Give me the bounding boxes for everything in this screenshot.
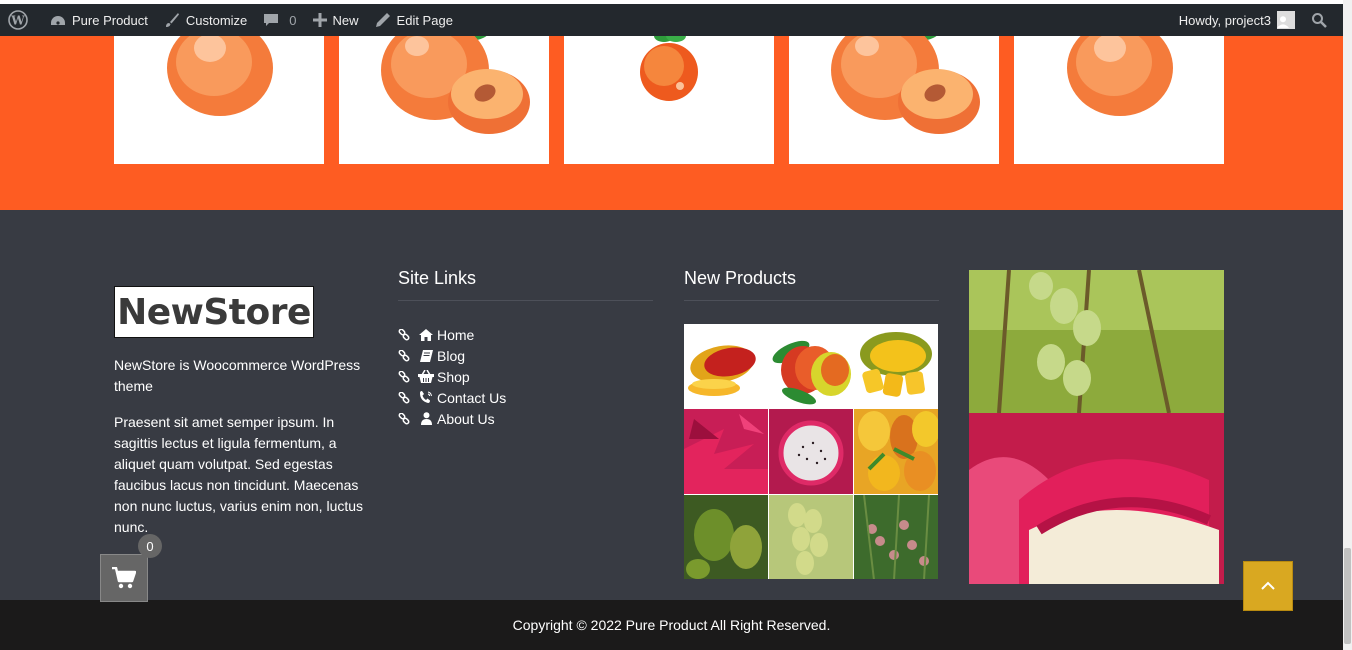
- new-products-title: New Products: [684, 268, 797, 288]
- scrollbar-thumb[interactable]: [1344, 548, 1351, 644]
- back-to-top-button[interactable]: [1243, 561, 1293, 611]
- new-content-link[interactable]: New: [305, 4, 367, 36]
- page-scrollbar[interactable]: [1343, 0, 1352, 650]
- site-link-about[interactable]: About Us: [398, 408, 506, 429]
- basket-icon: [418, 370, 434, 383]
- site-link-label: Shop: [437, 368, 470, 385]
- footer-logo[interactable]: NewStore: [114, 286, 314, 338]
- product-tile[interactable]: [1014, 36, 1224, 164]
- product-tile[interactable]: [339, 36, 549, 164]
- comment-icon: [264, 14, 279, 26]
- site-link-blog[interactable]: Blog: [398, 345, 506, 366]
- comments-count: 0: [289, 12, 297, 28]
- product-thumb-mango[interactable]: [684, 324, 768, 409]
- site-link-label: Contact Us: [437, 389, 507, 406]
- product-tile[interactable]: [564, 36, 774, 164]
- about-tagline: NewStore is Woocommerce WordPress theme: [114, 357, 361, 394]
- account-menu[interactable]: Howdy, project3: [1171, 4, 1303, 36]
- product-thumb-dragonfruit-cut[interactable]: [769, 409, 853, 494]
- cart-icon: [112, 567, 136, 589]
- product-thumb-jackfruit[interactable]: [854, 324, 938, 409]
- site-link-label: Home: [437, 326, 475, 343]
- site-footer: NewStore NewStore is Woocommerce WordPre…: [0, 210, 1343, 600]
- customize-link[interactable]: Customize: [156, 4, 255, 36]
- site-name-menu[interactable]: Pure Product: [42, 4, 156, 36]
- floating-cart-button[interactable]: [100, 554, 148, 602]
- link-chain-icon: [398, 412, 418, 425]
- product-thumb-green-mango[interactable]: [769, 494, 853, 579]
- peach-image: [1067, 36, 1173, 116]
- site-link-label: About Us: [437, 410, 495, 427]
- about-text: Praesent sit amet semper ipsum. In sagit…: [114, 414, 364, 535]
- featured-fruit-image[interactable]: [969, 270, 1224, 584]
- product-tile[interactable]: [789, 36, 999, 164]
- product-thumb-mango-orchard[interactable]: [854, 494, 938, 579]
- product-thumb-dragonfruit[interactable]: [684, 409, 768, 494]
- admin-search-button[interactable]: [1303, 4, 1343, 36]
- site-link-shop[interactable]: Shop: [398, 366, 506, 387]
- link-chain-icon: [398, 370, 418, 383]
- site-links-title: Site Links: [398, 268, 477, 288]
- book-icon: [418, 349, 434, 362]
- product-thumb-mango-pile[interactable]: [854, 409, 938, 494]
- edit-page-link[interactable]: Edit Page: [367, 4, 461, 36]
- divider: [398, 300, 653, 301]
- dashboard-icon: [51, 16, 65, 25]
- chevron-up-icon: [1261, 581, 1275, 590]
- site-link-contact[interactable]: Contact Us: [398, 387, 506, 408]
- site-link-home[interactable]: Home: [398, 324, 506, 345]
- link-chain-icon: [398, 349, 418, 362]
- howdy-label: Howdy, project3: [1178, 12, 1271, 28]
- edit-page-label: Edit Page: [396, 12, 453, 28]
- customize-label: Customize: [185, 12, 248, 28]
- svg-text:W: W: [10, 14, 25, 28]
- product-tile[interactable]: [114, 36, 324, 164]
- wordpress-logo-icon[interactable]: W: [0, 4, 42, 36]
- comments-link[interactable]: 0: [255, 4, 304, 36]
- product-thumb-jackfruit-tree[interactable]: [684, 494, 768, 579]
- product-carousel-section: [0, 36, 1343, 210]
- user-icon: [418, 412, 434, 425]
- divider: [684, 300, 939, 301]
- site-link-label: Blog: [437, 347, 466, 364]
- brush-icon: [165, 13, 179, 27]
- site-links-list: Home Blog Shop Contact Us About Us: [398, 324, 506, 429]
- home-icon: [418, 328, 434, 341]
- orange-fruit-image: [640, 36, 698, 101]
- new-products-grid: [684, 324, 938, 579]
- copyright-bar: Copyright © 2022 Pure Product All Right …: [0, 600, 1343, 650]
- copyright-text: Copyright © 2022 Pure Product All Right …: [512, 617, 831, 633]
- product-thumb-mango-leaf[interactable]: [769, 324, 853, 409]
- admin-bar: W Pure Product Customize 0 New Edit Page…: [0, 4, 1343, 36]
- peach-slice-image: [381, 36, 530, 134]
- search-icon: [1312, 13, 1327, 28]
- cart-count-badge: 0: [138, 534, 162, 558]
- link-chain-icon: [398, 391, 418, 404]
- peach-slice-image: [831, 36, 980, 134]
- avatar: [1277, 11, 1295, 29]
- site-name: Pure Product: [72, 12, 148, 28]
- pencil-icon: [375, 13, 390, 27]
- link-chain-icon: [398, 328, 418, 341]
- plus-icon: [312, 13, 327, 27]
- peach-image: [167, 36, 273, 116]
- phone-icon: [418, 391, 434, 404]
- new-label: New: [332, 12, 359, 28]
